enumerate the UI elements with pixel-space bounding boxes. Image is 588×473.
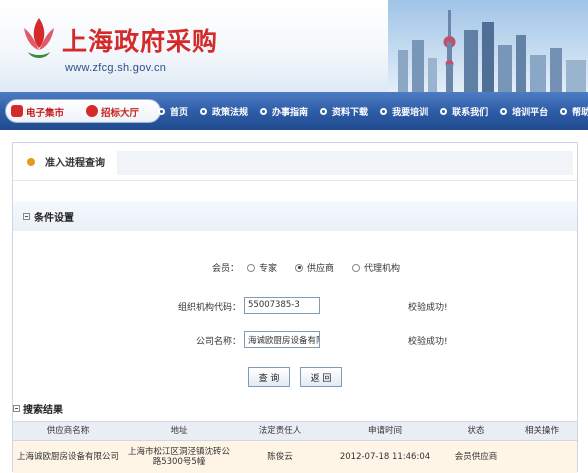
nav-item-help[interactable]: 帮助 <box>560 105 588 118</box>
bullet-icon <box>320 107 328 115</box>
col-address: 地址 <box>170 425 188 436</box>
conditions-title: 条件设置 <box>34 212 74 224</box>
magnolia-logo-icon <box>24 18 54 58</box>
nav-item-downloads[interactable]: 资料下载 <box>320 105 368 118</box>
org-code-label: 组织机构代码： <box>177 303 241 313</box>
nav-item-guide[interactable]: 办事指南 <box>260 105 308 118</box>
arrow-bullet-icon <box>27 157 35 166</box>
member-radio-group: 专家 供应商 代理机构 <box>247 261 418 274</box>
bullet-icon <box>380 107 388 115</box>
nav-item-training-platform[interactable]: 培训平台 <box>500 105 548 118</box>
radio-agency[interactable] <box>352 263 361 272</box>
col-actions: 相关操作 <box>524 425 559 436</box>
main-navbar: 电子集市 招标大厅 首页 政策法规 办事指南 资料下载 我要培训 联系我们 培训… <box>0 92 588 130</box>
col-legal-person: 法定责任人 <box>258 425 302 436</box>
e-market-link[interactable]: 电子集市 <box>26 105 64 119</box>
radio-expert[interactable] <box>247 263 255 272</box>
site-url: www.zfcg.sh.gov.cn <box>65 62 167 74</box>
bullet-icon <box>200 107 208 115</box>
back-button[interactable]: 返 回 <box>300 367 342 387</box>
collapse-icon[interactable] <box>23 212 30 220</box>
bullet-icon <box>500 107 508 115</box>
site-title: 上海政府采购 <box>62 27 219 56</box>
bidding-hall-link[interactable]: 招标大厅 <box>101 105 139 119</box>
company-label: 公司名称： <box>195 337 241 347</box>
org-code-status: 校验成功! <box>408 303 448 313</box>
cell-status: 会员供应商 <box>454 451 498 462</box>
bullet-icon <box>560 107 568 115</box>
table-row: 上海诚欧厨房设备有限公司 上海市松江区洞泾镇沈砖公路5300号5幢 陈俊云 20… <box>13 441 577 473</box>
cell-supplier: 上海诚欧厨房设备有限公司 <box>16 451 119 462</box>
org-code-input[interactable]: 55007385-3 <box>244 297 320 314</box>
page-title: 准入进程查询 <box>45 158 105 169</box>
results-title: 搜索结果 <box>23 404 63 416</box>
city-skyline-image <box>388 0 588 92</box>
nav-item-policy[interactable]: 政策法规 <box>200 105 248 118</box>
nav-menu: 首页 政策法规 办事指南 资料下载 我要培训 联系我们 培训平台 帮助 <box>158 92 588 130</box>
cell-actions[interactable] <box>507 441 577 473</box>
radio-supplier[interactable] <box>295 263 304 272</box>
quick-links: 电子集市 招标大厅 <box>5 99 161 123</box>
main-content: 准入进程查询 条件设置 会员： 专家 供应商 代理机构 组织机构代码： 5500… <box>12 142 578 473</box>
nav-item-training[interactable]: 我要培训 <box>380 105 428 118</box>
bullet-icon <box>260 107 268 115</box>
title-fill-bar <box>117 151 573 175</box>
cell-legal-person: 陈俊云 <box>267 451 293 462</box>
org-code-row: 组织机构代码： 55007385-3 校验成功! <box>13 295 577 319</box>
query-button[interactable]: 查 询 <box>248 367 290 387</box>
site-banner: 上海政府采购 www.zfcg.sh.gov.cn <box>0 0 588 92</box>
bullet-icon <box>440 107 448 115</box>
nav-item-home[interactable]: 首页 <box>158 105 188 118</box>
company-input[interactable]: 海诚欧厨房设备有限公司 <box>244 331 320 348</box>
radio-expert-label[interactable]: 专家 <box>259 261 277 274</box>
conditions-header[interactable]: 条件设置 <box>13 201 577 231</box>
results-table-header: 供应商名称 地址 法定责任人 申请时间 状态 相关操作 <box>13 421 577 441</box>
collapse-icon[interactable] <box>13 404 20 412</box>
radio-agency-label[interactable]: 代理机构 <box>364 261 400 274</box>
company-row: 公司名称： 海诚欧厨房设备有限公司 校验成功! <box>13 329 577 353</box>
col-status: 状态 <box>467 425 485 436</box>
nav-item-contact[interactable]: 联系我们 <box>440 105 488 118</box>
col-apply-time: 申请时间 <box>367 425 402 436</box>
bullet-icon <box>158 107 165 115</box>
e-market-icon <box>11 105 23 117</box>
member-row: 会员： 专家 供应商 代理机构 <box>13 256 577 280</box>
process-title-bar: 准入进程查询 <box>13 143 577 181</box>
company-status: 校验成功! <box>408 337 448 347</box>
cell-apply-time: 2012-07-18 11:46:04 <box>339 451 431 462</box>
results-header[interactable]: 搜索结果 <box>13 398 577 418</box>
bidding-hall-icon <box>86 105 98 117</box>
radio-supplier-label[interactable]: 供应商 <box>307 261 334 274</box>
member-label: 会员： <box>211 264 239 274</box>
cell-address: 上海市松江区洞泾镇沈砖公路5300号5幢 <box>127 446 230 467</box>
col-supplier: 供应商名称 <box>46 425 90 436</box>
